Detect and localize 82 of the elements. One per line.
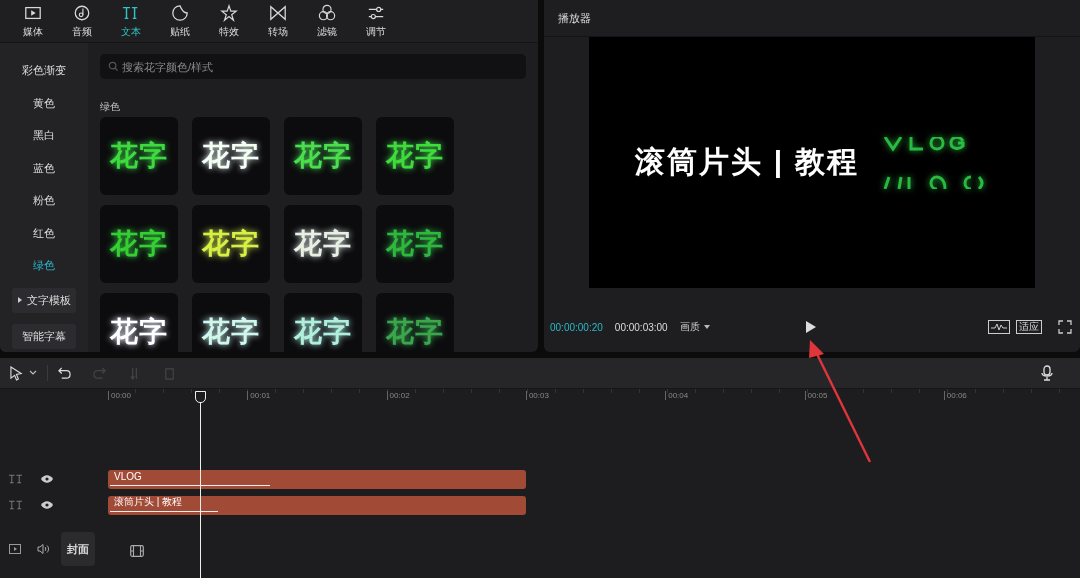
ruler-label: 00:01 <box>247 391 271 400</box>
text-clip[interactable]: 滚筒片头 | 教程 <box>108 495 526 515</box>
category-group[interactable]: 文字模板 <box>12 287 76 313</box>
search-field[interactable]: 搜索花字颜色/样式 <box>100 54 526 79</box>
cover-frame-icon[interactable] <box>9 544 21 554</box>
text-style-tile[interactable]: 花字 <box>192 117 270 195</box>
total-time: 00:00:03:00 <box>614 321 668 333</box>
text-style-preview: 花字 <box>110 227 168 261</box>
search-icon <box>108 61 119 72</box>
category-item[interactable]: 彩色渐变 <box>12 54 76 87</box>
playhead-handle[interactable] <box>194 391 206 403</box>
music-icon <box>72 3 91 22</box>
category-item[interactable]: 粉色 <box>12 184 76 217</box>
play-button[interactable] <box>806 321 816 333</box>
ruler-label: 00:05 <box>804 391 828 400</box>
circles-icon <box>317 3 336 22</box>
ruler-label: 00:03 <box>525 391 549 400</box>
text-style-preview: 花字 <box>386 227 444 261</box>
visibility-icon[interactable] <box>41 501 53 509</box>
text-style-tile[interactable]: 花字 <box>284 117 362 195</box>
text-track-icon <box>9 500 22 510</box>
tab[interactable]: 贴纸 <box>157 0 202 42</box>
speaker-icon[interactable] <box>37 544 49 554</box>
text-style-preview: 花字 <box>294 315 352 349</box>
text-style-tile[interactable]: 花字 <box>192 293 270 352</box>
visibility-icon[interactable] <box>41 475 53 483</box>
section-title: 绿色 <box>100 100 120 114</box>
tab[interactable]: 滤镜 <box>304 0 349 42</box>
text-clip[interactable]: VLOG <box>108 469 526 489</box>
bowtie-icon <box>268 3 287 22</box>
category-item[interactable]: 绿色 <box>12 249 76 282</box>
tab[interactable]: 特效 <box>206 0 251 42</box>
text-style-preview: 花字 <box>202 227 260 261</box>
category-item[interactable]: 黄色 <box>12 86 76 119</box>
quality-dropdown[interactable]: 画质 <box>679 320 710 334</box>
star-icon <box>219 3 238 22</box>
text-style-tile[interactable]: 花字 <box>376 205 454 283</box>
text-style-tile[interactable]: 花字 <box>192 205 270 283</box>
ruler-label: 00:04 <box>665 391 689 400</box>
fullscreen-icon[interactable] <box>1058 320 1072 334</box>
tab[interactable]: 文本 <box>108 0 153 42</box>
text-style-tile[interactable]: 花字 <box>376 293 454 352</box>
text-style-preview: 花字 <box>202 315 260 349</box>
text-style-preview: 花字 <box>386 139 444 173</box>
text-style-preview: 花字 <box>294 227 352 261</box>
text-style-tile[interactable]: 花字 <box>100 293 178 352</box>
text-style-preview: 花字 <box>202 139 260 173</box>
text-style-tile[interactable]: 花字 <box>284 293 362 352</box>
expand-caret-icon <box>17 297 22 303</box>
category-item[interactable]: 蓝色 <box>12 151 76 184</box>
fit-button[interactable]: 适应 <box>1016 320 1042 334</box>
current-time: 00:00:00:20 <box>550 321 603 333</box>
category-item[interactable]: 黑白 <box>12 119 76 152</box>
cover-button[interactable]: 封面 <box>61 532 95 566</box>
text-style-preview: 花字 <box>110 139 168 173</box>
panel-title: 播放器 <box>558 10 591 26</box>
text-track-icon <box>9 474 22 484</box>
text-style-tile[interactable]: 花字 <box>284 205 362 283</box>
microphone-icon[interactable] <box>1041 365 1053 381</box>
film-icon[interactable] <box>130 545 144 557</box>
waveform-icon[interactable] <box>988 320 1010 334</box>
tab[interactable]: 调节 <box>353 0 398 42</box>
text-style-preview: 花字 <box>386 315 444 349</box>
caret-icon <box>703 325 710 329</box>
ruler-label: 00:06 <box>943 391 967 400</box>
ruler-label: 00:02 <box>386 391 410 400</box>
text-style-tile[interactable]: 花字 <box>376 117 454 195</box>
tab[interactable]: 转场 <box>255 0 300 42</box>
category-item[interactable]: 红色 <box>12 216 76 249</box>
preview-title: 滚筒片头 | 教程 <box>635 144 859 180</box>
tab[interactable]: 音频 <box>59 0 104 42</box>
undo-icon[interactable] <box>58 366 71 380</box>
sidebar-button[interactable]: 智能字幕 <box>12 323 76 349</box>
ruler-label: 00:00 <box>108 391 132 400</box>
text-style-tile[interactable]: 花字 <box>100 205 178 283</box>
text-style-preview: 花字 <box>110 315 168 349</box>
tab[interactable]: 媒体 <box>10 0 55 42</box>
select-tool-icon[interactable] <box>10 365 23 381</box>
text-style-tile[interactable]: 花字 <box>100 117 178 195</box>
caret-icon[interactable] <box>29 370 37 376</box>
text-style-preview: 花字 <box>294 139 352 173</box>
sticker-icon <box>170 3 189 22</box>
